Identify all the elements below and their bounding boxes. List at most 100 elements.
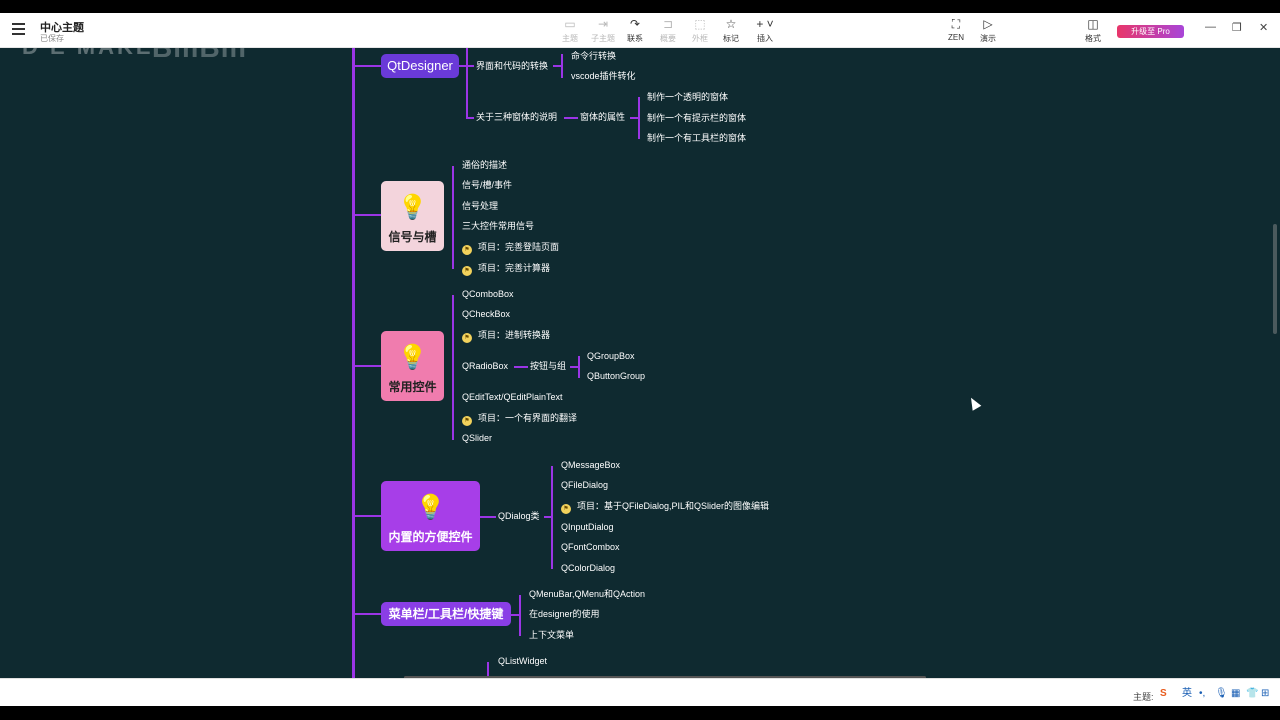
main-branch-line	[352, 48, 355, 678]
keyboard-icon[interactable]: ▦	[1231, 688, 1240, 700]
subtopic-project-translator[interactable]: ⚑ 项目：一个有界面的翻译	[462, 412, 577, 426]
bilibili-watermark-logo: BiliBili	[152, 48, 247, 64]
upgrade-pro-button[interactable]: 升级至 Pro	[1117, 25, 1184, 38]
subtopic-qfiledialog[interactable]: QFileDialog	[561, 479, 608, 491]
branch-connector	[452, 166, 454, 269]
subtopic-cli-conversion[interactable]: 命令行转换	[571, 50, 616, 62]
branch-connector	[544, 516, 551, 518]
branch-connector	[570, 366, 578, 368]
close-icon[interactable]: ✕	[1259, 21, 1268, 34]
branch-connector	[511, 614, 519, 616]
minimize-icon[interactable]: —	[1205, 21, 1216, 33]
sogou-ime-icon[interactable]: S	[1160, 688, 1167, 700]
plus-icon: + ˅	[756, 17, 774, 31]
subtopic-qlistwidget[interactable]: QListWidget	[498, 655, 547, 667]
restore-icon[interactable]: ❐	[1232, 21, 1242, 34]
branch-connector	[561, 54, 563, 78]
microphone-icon[interactable]: 🎙	[1215, 688, 1228, 700]
theme-label[interactable]: 主题:	[1133, 690, 1154, 703]
boundary-icon: ⬚	[694, 17, 706, 31]
branch-connector	[466, 48, 468, 118]
ime-language-indicator[interactable]: 英	[1182, 688, 1192, 700]
subtopic-signal-slot-event[interactable]: 信号/槽/事件	[462, 179, 512, 191]
subtopic-qinputdialog[interactable]: QInputDialog	[561, 521, 614, 533]
status-bar: 主题: S 英 •, 🎙 ▦ 👕 ⊞	[0, 678, 1280, 706]
subtopic-vscode-plugin[interactable]: vscode插件转化	[571, 70, 636, 82]
subtopic-qcombobox[interactable]: QComboBox	[462, 288, 514, 300]
subtopic-qcolordialog[interactable]: QColorDialog	[561, 562, 615, 574]
branch-connector	[630, 117, 638, 119]
subtopic-plain-description[interactable]: 通俗的描述	[462, 159, 507, 171]
subtopic-project-login[interactable]: ⚑ 项目：完善登陆页面	[462, 241, 559, 255]
subtopic-window-types[interactable]: 关于三种窗体的说明	[476, 111, 557, 123]
toolbar-summary-button[interactable]: ⊐ 概要	[651, 17, 685, 44]
subtopic-context-menu[interactable]: 上下文菜单	[529, 629, 574, 641]
subtopic-qmenubar[interactable]: QMenuBar,QMenu和QAction	[529, 588, 645, 600]
branch-connector	[578, 356, 580, 378]
branch-connector	[553, 65, 561, 67]
toolbar-relationship-button[interactable]: ↷ 联系	[618, 17, 652, 44]
subtopic-code-conversion[interactable]: 界面和代码的转换	[476, 60, 548, 72]
subtopic-tooltip-window[interactable]: 制作一个有提示栏的窗体	[647, 112, 746, 124]
branch-connector	[466, 117, 474, 119]
subtopic-designer-usage[interactable]: 在designer的使用	[529, 608, 600, 620]
topic-common-widgets[interactable]: 💡 常用控件	[381, 331, 444, 401]
subtopic-project-image-editor[interactable]: ⚑ 项目：基于QFileDialog,PIL和QSlider的图像编辑	[561, 500, 769, 514]
branch-connector	[354, 365, 381, 367]
subtopic-signal-handling[interactable]: 信号处理	[462, 200, 498, 212]
subtopic-qmessagebox[interactable]: QMessageBox	[561, 459, 620, 471]
format-panel-button[interactable]: ◫ 格式	[1076, 17, 1110, 44]
subtopic-qcheckbox[interactable]: QCheckBox	[462, 308, 510, 320]
save-status: 已保存	[40, 34, 64, 43]
toolbar-topic-button[interactable]: ▭ 主题	[553, 17, 587, 44]
subtopic-icon: ⇥	[597, 17, 609, 31]
menu-icon[interactable]	[12, 23, 25, 35]
watermark-text: D E MAKE	[22, 48, 154, 60]
subtopic-qslider[interactable]: QSlider	[462, 432, 492, 444]
shirt-skin-icon[interactable]: 👕	[1246, 688, 1258, 700]
relationship-icon: ↷	[629, 17, 641, 31]
lightbulb-icon: 💡	[415, 494, 446, 521]
punctuation-icon[interactable]: •,	[1199, 688, 1205, 700]
vertical-scrollbar[interactable]	[1273, 224, 1277, 334]
topic-icon: ▭	[564, 17, 576, 31]
subtopic-qedittext[interactable]: QEditText/QEditPlainText	[462, 391, 563, 403]
subtopic-qdialog-class[interactable]: QDialog类	[498, 510, 540, 522]
grid-tools-icon[interactable]: ⊞	[1261, 688, 1269, 700]
mouse-cursor	[966, 395, 982, 411]
branch-connector	[354, 214, 381, 216]
topic-menubar-toolbar-shortcuts[interactable]: 菜单栏/工具栏/快捷键	[381, 602, 511, 626]
toolbar-subtopic-button[interactable]: ⇥ 子主题	[586, 17, 620, 44]
present-button[interactable]: ▷ 演示	[971, 17, 1005, 44]
zen-mode-button[interactable]: ⛶ ZEN	[939, 17, 973, 42]
project-flag-icon: ⚑	[561, 504, 571, 514]
subtopic-transparent-window[interactable]: 制作一个透明的窗体	[647, 91, 728, 103]
toolbar-insert-button[interactable]: + ˅ 插入	[748, 17, 782, 44]
subtopic-qgroupbox[interactable]: QGroupBox	[587, 350, 635, 362]
subtopic-common-signals[interactable]: 三大控件常用信号	[462, 220, 534, 232]
project-flag-icon: ⚑	[462, 266, 472, 276]
subtopic-button-group[interactable]: 按钮与组	[530, 360, 566, 372]
lightbulb-icon: 💡	[397, 194, 428, 221]
branch-connector	[551, 466, 553, 569]
toolbar-marker-button[interactable]: ☆ 标记	[714, 17, 748, 44]
subtopic-project-calculator[interactable]: ⚑ 项目：完善计算器	[462, 262, 550, 276]
subtopic-qfontcombox[interactable]: QFontCombox	[561, 541, 620, 553]
panel-icon: ◫	[1087, 17, 1099, 31]
subtopic-qradiobox[interactable]: QRadioBox	[462, 360, 508, 372]
toolbar-boundary-button[interactable]: ⬚ 外框	[683, 17, 717, 44]
subtopic-window-properties[interactable]: 窗体的属性	[580, 111, 625, 123]
branch-connector	[452, 295, 454, 440]
subtopic-toolbar-window[interactable]: 制作一个有工具栏的窗体	[647, 132, 746, 144]
project-flag-icon: ⚑	[462, 416, 472, 426]
summary-icon: ⊐	[662, 17, 674, 31]
topic-signals-slots[interactable]: 💡 信号与槽	[381, 181, 444, 251]
star-icon: ☆	[725, 17, 737, 31]
subtopic-project-converter[interactable]: ⚑ 项目：进制转换器	[462, 329, 550, 343]
topic-builtin-widgets[interactable]: 💡 内置的方便控件	[381, 481, 480, 551]
branch-connector	[638, 97, 640, 139]
topic-qtdesigner[interactable]: QtDesigner	[381, 54, 459, 78]
mindmap-canvas[interactable]: D E MAKE BiliBili QtDesigner 界面和代码的转换 命令…	[0, 48, 1280, 678]
subtopic-qbuttongroup[interactable]: QButtonGroup	[587, 370, 645, 382]
branch-connector	[514, 366, 528, 368]
